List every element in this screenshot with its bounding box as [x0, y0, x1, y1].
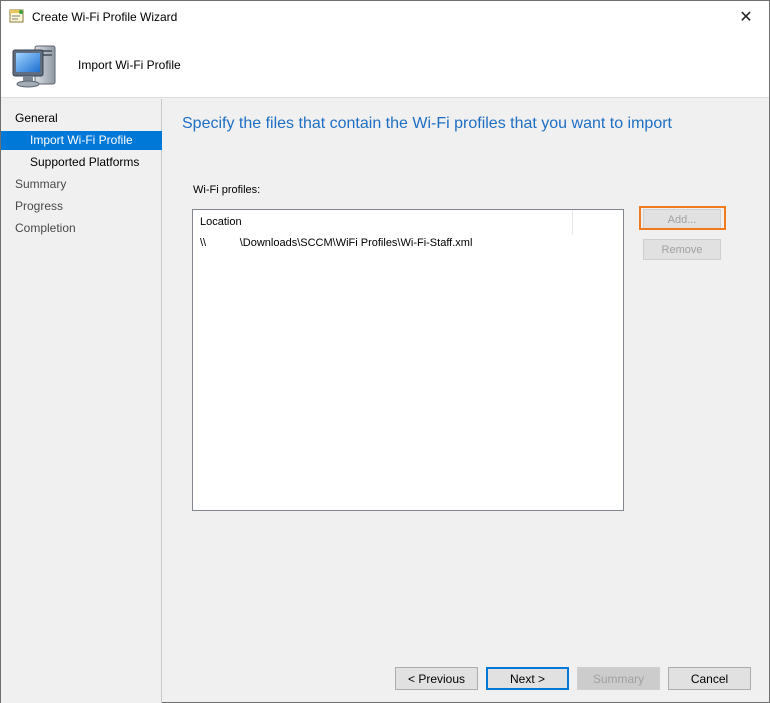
profile-location-cell: \\ \Downloads\SCCM\WiFi Profiles\Wi-Fi-S…: [200, 237, 473, 249]
wifi-profiles-list[interactable]: Location \\ \Downloads\SCCM\WiFi Profile…: [192, 209, 624, 511]
column-header-location[interactable]: Location: [193, 210, 573, 234]
sidebar-item-supported-platforms[interactable]: Supported Platforms: [1, 153, 139, 172]
sidebar-item-import-wifi-profile[interactable]: Import Wi-Fi Profile: [1, 131, 162, 150]
sidebar-item-summary[interactable]: Summary: [1, 175, 66, 194]
sidebar-item-general[interactable]: General: [1, 109, 58, 128]
title-bar: Create Wi-Fi Profile Wizard ✕: [1, 1, 769, 32]
wizard-window: Create Wi-Fi Profile Wizard ✕ Import Wi-…: [0, 0, 770, 703]
close-icon: ✕: [739, 8, 753, 26]
add-button-highlight: [639, 206, 726, 230]
table-row[interactable]: \\ \Downloads\SCCM\WiFi Profiles\Wi-Fi-S…: [193, 236, 623, 252]
sidebar-item-completion[interactable]: Completion: [1, 219, 76, 238]
wizard-app-icon: [9, 8, 25, 24]
previous-button[interactable]: < Previous: [395, 667, 478, 690]
computer-icon: [9, 40, 63, 92]
summary-button[interactable]: Summary: [577, 667, 660, 690]
cancel-button[interactable]: Cancel: [668, 667, 751, 690]
header-title: Import Wi-Fi Profile: [78, 58, 181, 72]
window-title: Create Wi-Fi Profile Wizard: [32, 10, 178, 24]
close-button[interactable]: ✕: [723, 1, 769, 32]
column-header-label: Location: [200, 216, 242, 228]
wizard-steps-sidebar: General Import Wi-Fi Profile Supported P…: [1, 99, 162, 703]
wifi-profiles-label: Wi-Fi profiles:: [193, 184, 261, 196]
sidebar-item-progress[interactable]: Progress: [1, 197, 63, 216]
wizard-header: Import Wi-Fi Profile: [1, 32, 769, 98]
next-button[interactable]: Next >: [486, 667, 569, 690]
page-heading: Specify the files that contain the Wi-Fi…: [182, 115, 672, 132]
remove-button[interactable]: Remove: [643, 239, 721, 260]
